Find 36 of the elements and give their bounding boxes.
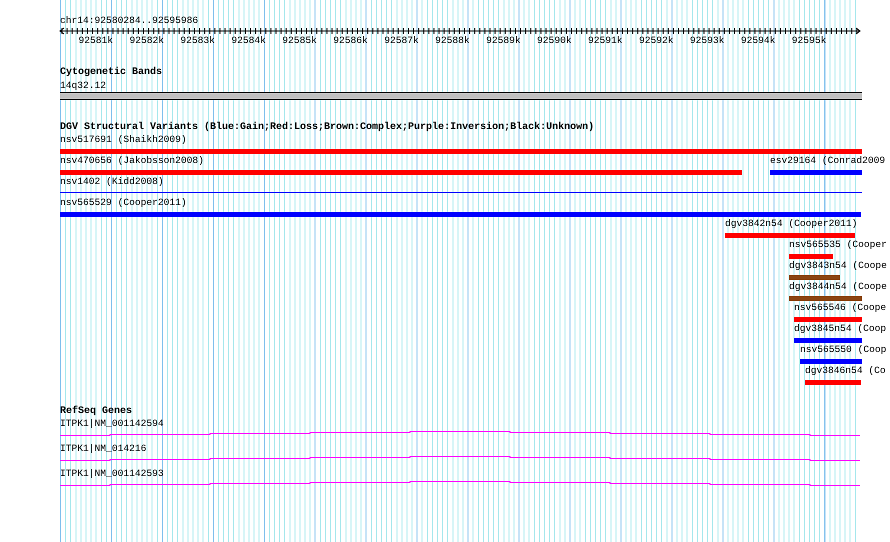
track-title: Cytogenetic Bands <box>60 67 162 79</box>
variant-label: dgv3842n54 (Cooper2011) <box>725 218 858 230</box>
tick-label: 92593k <box>690 35 724 47</box>
variant-label: dgv3844n54 (Coope <box>789 281 887 293</box>
band-label: 14q32.12 <box>60 80 106 92</box>
tick-label: 92595k <box>792 35 826 47</box>
tick-label: 92582k <box>129 35 164 47</box>
variant-label: nsv565550 (Coop <box>800 344 886 356</box>
tick-label: 92590k <box>537 35 572 47</box>
tick-label: 92587k <box>384 35 419 47</box>
track-title: DGV Structural Variants (Blue:Gain;Red:Loss;Brown:Complex;Purple:Inversion;Black:Unknown) <box>60 122 594 134</box>
tick-label: 92588k <box>435 35 470 47</box>
variant-label: dgv3845n54 (Coop <box>794 323 886 335</box>
gene-label: ITPK1|NM_001142593 <box>60 468 164 480</box>
tick-label: 92581k <box>78 35 114 47</box>
variant-label: esv29164 (Conrad2009 <box>770 155 886 167</box>
variant-label: nsv565529 (Cooper2011) <box>60 197 187 209</box>
variant-label: nsv517691 (Shaikh2009) <box>60 134 187 146</box>
variant-label: dgv3846n54 (Co <box>805 365 886 377</box>
range-label: chr14:92580284..92595986 <box>60 15 198 27</box>
tick-label: 92592k <box>638 35 674 47</box>
variant-label: nsv565546 (Coope <box>794 302 886 314</box>
variant-label: dgv3843n54 (Coope <box>789 260 887 272</box>
gene-label: ITPK1|NM_014216 <box>60 443 146 455</box>
variant-label: nsv565535 (Cooper <box>789 239 887 251</box>
track-title: RefSeq Genes <box>60 406 132 418</box>
variant-label: nsv1402 (Kidd2008) <box>60 176 164 188</box>
variant-label: nsv470656 (Jakobsson2008) <box>60 155 204 167</box>
tick-label: 92591k <box>588 35 623 47</box>
tick-label: 92583k <box>180 35 215 47</box>
tick-label: 92584k <box>231 35 266 47</box>
tick-label: 92594k <box>740 35 776 47</box>
tick-label: 92589k <box>486 35 521 47</box>
tick-label: 92585k <box>282 35 317 47</box>
tick-label: 92586k <box>333 35 368 47</box>
gene-label: ITPK1|NM_001142594 <box>60 418 164 430</box>
